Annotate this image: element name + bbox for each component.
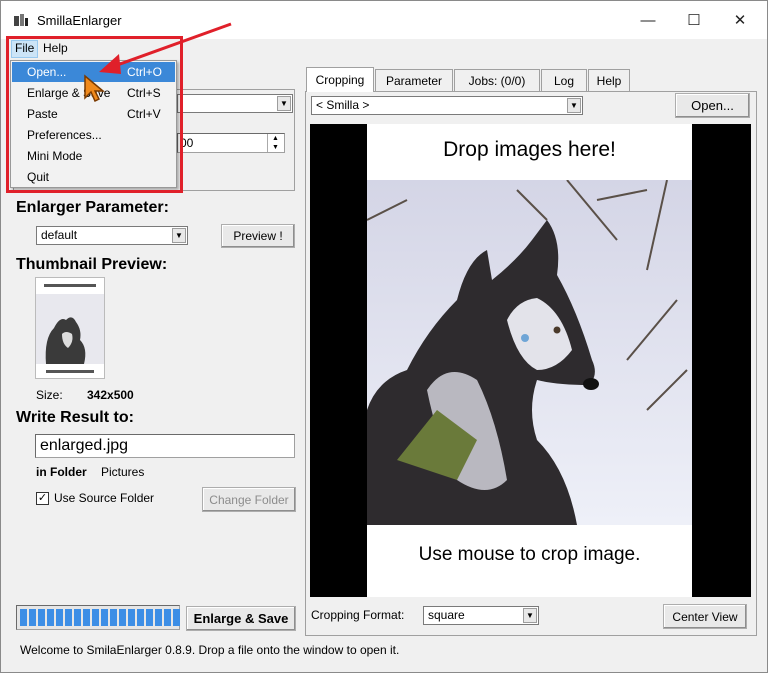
- chevron-down-icon: ▼: [277, 96, 291, 111]
- progress-segment: [101, 609, 108, 626]
- app-window: SmillaEnlarger — ☐ ✕ File Help ▼ 00 ▲ ▼ E…: [0, 0, 768, 673]
- center-view-button[interactable]: Center View: [663, 604, 747, 629]
- progress-segment: [38, 609, 45, 626]
- progress-segment: [146, 609, 153, 626]
- folder-value: Pictures: [101, 465, 145, 479]
- spin-arrows-icon[interactable]: ▲ ▼: [267, 134, 283, 152]
- enlarge-save-button[interactable]: Enlarge & Save: [186, 606, 296, 631]
- progress-segment: [20, 609, 27, 626]
- minimize-button[interactable]: —: [625, 6, 671, 34]
- tab-log[interactable]: Log: [541, 69, 587, 91]
- source-select-value: < Smilla >: [316, 98, 370, 112]
- cropping-format-label: Cropping Format:: [311, 608, 405, 622]
- close-button[interactable]: ✕: [717, 6, 763, 34]
- image-canvas: Drop images here! Use mouse to crop imag…: [367, 124, 692, 597]
- drop-images-caption: Drop images here!: [443, 138, 616, 161]
- husky-photo: [367, 180, 692, 525]
- progress-segment: [128, 609, 135, 626]
- parameter-select[interactable]: default ▼: [36, 226, 188, 245]
- cropping-format-value: square: [428, 608, 465, 622]
- maximize-button[interactable]: ☐: [671, 6, 717, 34]
- thumbnail-image: [35, 277, 105, 379]
- crop-instruction-caption: Use mouse to crop image.: [418, 544, 641, 565]
- progress-segment: [155, 609, 162, 626]
- enlarger-parameter-heading: Enlarger Parameter:: [16, 199, 169, 216]
- size-label: Size:: [36, 388, 63, 402]
- progress-segment: [65, 609, 72, 626]
- tab-help[interactable]: Help: [588, 69, 630, 91]
- size-value: 342x500: [87, 388, 134, 402]
- tab-cropping[interactable]: Cropping: [306, 67, 374, 92]
- progress-segment: [29, 609, 36, 626]
- progress-segment: [74, 609, 81, 626]
- partial-select[interactable]: ▼: [177, 94, 293, 113]
- open-button[interactable]: Open...: [675, 93, 750, 118]
- app-logo-icon: [13, 13, 29, 27]
- image-viewport[interactable]: Drop images here! Use mouse to crop imag…: [310, 124, 751, 597]
- thumbnail-preview-heading: Thumbnail Preview:: [16, 256, 168, 273]
- chevron-down-icon: ▼: [523, 608, 537, 623]
- status-text: Welcome to SmilaEnlarger 0.8.9. Drop a f…: [20, 643, 400, 657]
- progress-segment: [173, 609, 180, 626]
- chevron-down-icon: ▼: [567, 98, 581, 113]
- progress-segment: [164, 609, 171, 626]
- output-filename-value: enlarged.jpg: [40, 437, 129, 454]
- output-filename-input[interactable]: enlarged.jpg: [35, 434, 295, 458]
- cursor-icon: [84, 74, 106, 103]
- annotation-arrow-icon: [99, 22, 232, 74]
- preview-button[interactable]: Preview !: [221, 224, 295, 248]
- tab-jobs[interactable]: Jobs: (0/0): [454, 69, 540, 91]
- progress-segment: [137, 609, 144, 626]
- progress-segment: [83, 609, 90, 626]
- cropping-format-select[interactable]: square ▼: [423, 606, 539, 625]
- progress-segment: [92, 609, 99, 626]
- chevron-down-icon: ▼: [172, 228, 186, 243]
- progress-segment: [119, 609, 126, 626]
- change-folder-button[interactable]: Change Folder: [202, 487, 296, 512]
- progress-segment: [47, 609, 54, 626]
- progress-segment: [110, 609, 117, 626]
- source-select[interactable]: < Smilla > ▼: [311, 96, 583, 115]
- parameter-select-value: default: [41, 228, 78, 242]
- use-source-folder-label: Use Source Folder: [54, 491, 155, 505]
- progress-segment: [56, 609, 63, 626]
- progress-bar: [16, 605, 180, 630]
- tab-parameter[interactable]: Parameter: [375, 69, 453, 91]
- use-source-folder-checkbox[interactable]: ✓: [36, 492, 49, 505]
- in-folder-label: in Folder: [36, 465, 87, 479]
- write-result-heading: Write Result to:: [16, 409, 134, 426]
